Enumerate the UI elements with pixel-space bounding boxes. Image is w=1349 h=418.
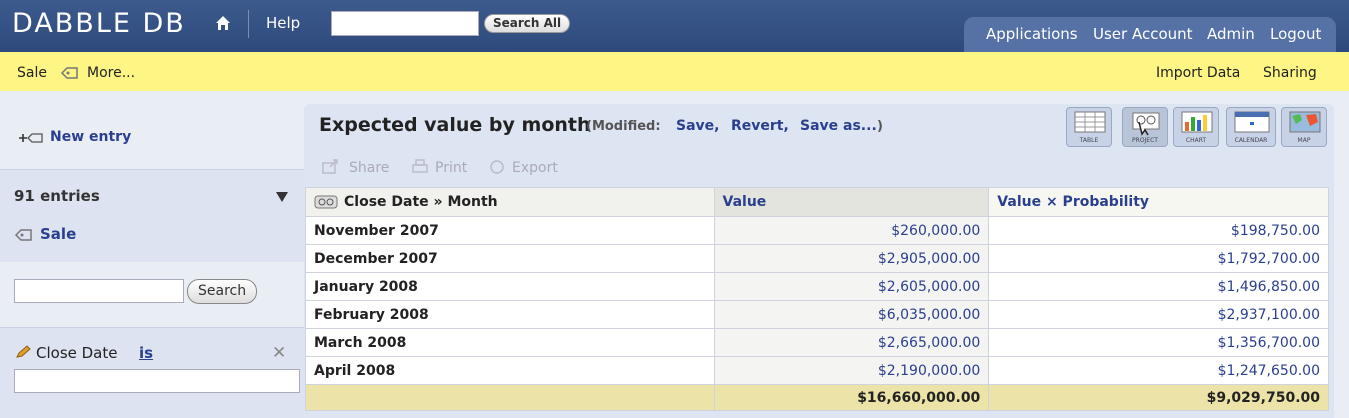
weighted-value-total-cell: $9,029,750.00 bbox=[988, 384, 1329, 411]
weighted-value-cell[interactable]: $198,750.00 bbox=[988, 216, 1329, 245]
collapse-arrow-icon[interactable] bbox=[276, 192, 288, 202]
group-settings-icon[interactable] bbox=[314, 195, 338, 209]
search-button[interactable]: Search bbox=[187, 279, 258, 304]
help-link[interactable]: Help bbox=[266, 14, 300, 32]
logout-link[interactable]: Logout bbox=[1270, 25, 1321, 43]
user-account-link[interactable]: User Account bbox=[1093, 25, 1193, 43]
tag-icon bbox=[14, 229, 32, 241]
map-view-icon bbox=[1289, 111, 1321, 133]
table-header-row: Close Date » Month Value Value × Probabi… bbox=[305, 187, 1329, 217]
table-view-icon bbox=[1074, 111, 1106, 133]
entries-count: 91 entries bbox=[14, 187, 100, 205]
table-row[interactable]: February 2008 $6,035,000.00 $2,937,100.0… bbox=[305, 300, 1329, 329]
view-title: Expected value by month bbox=[319, 114, 591, 136]
admin-link[interactable]: Admin bbox=[1207, 25, 1255, 43]
sale-category-link[interactable]: Sale bbox=[40, 225, 76, 243]
top-navigation-bar: DABBLE DB Help Search All Applications U… bbox=[0, 0, 1349, 52]
table-row[interactable]: January 2008 $2,605,000.00 $1,496,850.00 bbox=[305, 272, 1329, 301]
chart-view-caption: CHART bbox=[1185, 137, 1207, 144]
chart-view-button[interactable]: CHART bbox=[1173, 107, 1219, 147]
project-view-icon bbox=[1132, 112, 1160, 136]
month-cell: March 2008 bbox=[305, 328, 715, 357]
month-cell: February 2008 bbox=[305, 300, 715, 329]
sidebar: New entry 91 entries Sale Search Close D… bbox=[0, 91, 304, 418]
totals-label-cell bbox=[305, 384, 715, 411]
category-toolbar: Sale More... Import Data Sharing bbox=[0, 52, 1349, 91]
more-categories-link[interactable]: More... bbox=[87, 65, 135, 81]
weighted-value-cell[interactable]: $1,356,700.00 bbox=[988, 328, 1329, 357]
weighted-value-cell[interactable]: $1,247,650.00 bbox=[988, 356, 1329, 385]
column-header-month-label: Close Date » Month bbox=[344, 194, 498, 210]
project-view-button[interactable]: PROJECT bbox=[1122, 107, 1168, 147]
map-view-button[interactable]: MAP bbox=[1281, 107, 1327, 147]
column-header-month[interactable]: Close Date » Month bbox=[305, 187, 715, 217]
save-as-link[interactable]: Save as... bbox=[800, 118, 877, 134]
month-cell: April 2008 bbox=[305, 356, 715, 385]
filter-field-label: Close Date bbox=[36, 344, 118, 362]
app-logo[interactable]: DABBLE DB bbox=[12, 8, 186, 39]
new-entry-link[interactable]: New entry bbox=[50, 129, 131, 145]
import-data-link[interactable]: Import Data bbox=[1156, 65, 1240, 81]
calendar-view-button[interactable]: CALENDAR bbox=[1226, 107, 1276, 147]
add-entry-icon bbox=[19, 133, 43, 143]
value-cell[interactable]: $6,035,000.00 bbox=[713, 300, 990, 329]
export-link[interactable]: Export bbox=[512, 160, 558, 176]
table-row[interactable]: December 2007 $2,905,000.00 $1,792,700.0… bbox=[305, 244, 1329, 273]
export-icon bbox=[490, 160, 504, 174]
share-link[interactable]: Share bbox=[349, 160, 389, 176]
value-cell[interactable]: $260,000.00 bbox=[713, 216, 990, 245]
column-header-value[interactable]: Value bbox=[713, 187, 990, 217]
table-row[interactable]: November 2007 $260,000.00 $198,750.00 bbox=[305, 216, 1329, 245]
nav-divider bbox=[248, 10, 249, 38]
share-icon bbox=[322, 159, 338, 174]
close-filter-icon[interactable]: ✕ bbox=[272, 343, 286, 363]
print-link[interactable]: Print bbox=[435, 160, 467, 176]
chart-view-icon bbox=[1181, 111, 1213, 133]
entries-search-input[interactable] bbox=[14, 279, 184, 303]
tag-icon bbox=[60, 67, 78, 79]
home-icon[interactable] bbox=[214, 14, 232, 32]
value-cell[interactable]: $2,190,000.00 bbox=[713, 356, 990, 385]
save-link[interactable]: Save, bbox=[676, 118, 719, 134]
value-cell[interactable]: $2,605,000.00 bbox=[713, 272, 990, 301]
pencil-icon bbox=[16, 345, 31, 358]
sale-category-link[interactable]: Sale bbox=[17, 65, 47, 81]
value-cell[interactable]: $2,905,000.00 bbox=[713, 244, 990, 273]
calendar-view-caption: CALENDAR bbox=[1234, 137, 1268, 144]
month-cell: November 2007 bbox=[305, 216, 715, 245]
column-header-weighted-value[interactable]: Value × Probability bbox=[988, 187, 1329, 217]
month-cell: December 2007 bbox=[305, 244, 715, 273]
global-search-input[interactable] bbox=[331, 11, 479, 36]
weighted-value-cell[interactable]: $1,792,700.00 bbox=[988, 244, 1329, 273]
modified-label: (Modified: bbox=[586, 119, 661, 134]
table-view-button[interactable]: TABLE bbox=[1066, 107, 1112, 147]
filter-value-input[interactable] bbox=[14, 369, 300, 393]
weighted-value-cell[interactable]: $1,496,850.00 bbox=[988, 272, 1329, 301]
month-cell: January 2008 bbox=[305, 272, 715, 301]
weighted-value-cell[interactable]: $2,937,100.00 bbox=[988, 300, 1329, 329]
revert-link[interactable]: Revert, bbox=[731, 118, 789, 134]
map-view-caption: MAP bbox=[1297, 137, 1311, 144]
table-view-caption: TABLE bbox=[1079, 137, 1099, 144]
sharing-link[interactable]: Sharing bbox=[1263, 65, 1317, 81]
results-table: Close Date » Month Value Value × Probabi… bbox=[305, 187, 1329, 411]
entries-panel bbox=[0, 169, 304, 262]
filter-operator-link[interactable]: is bbox=[139, 344, 153, 362]
project-view-caption: PROJECT bbox=[1132, 137, 1158, 144]
search-all-button[interactable]: Search All bbox=[484, 14, 571, 33]
print-icon bbox=[412, 159, 428, 173]
table-row[interactable]: April 2008 $2,190,000.00 $1,247,650.00 bbox=[305, 356, 1329, 385]
applications-link[interactable]: Applications bbox=[986, 25, 1078, 43]
value-cell[interactable]: $2,665,000.00 bbox=[713, 328, 990, 357]
calendar-view-icon bbox=[1234, 111, 1270, 133]
value-total-cell: $16,660,000.00 bbox=[713, 384, 990, 411]
modified-close-paren: ) bbox=[877, 119, 883, 134]
table-row[interactable]: March 2008 $2,665,000.00 $1,356,700.00 bbox=[305, 328, 1329, 357]
totals-row: $16,660,000.00 $9,029,750.00 bbox=[305, 384, 1329, 411]
